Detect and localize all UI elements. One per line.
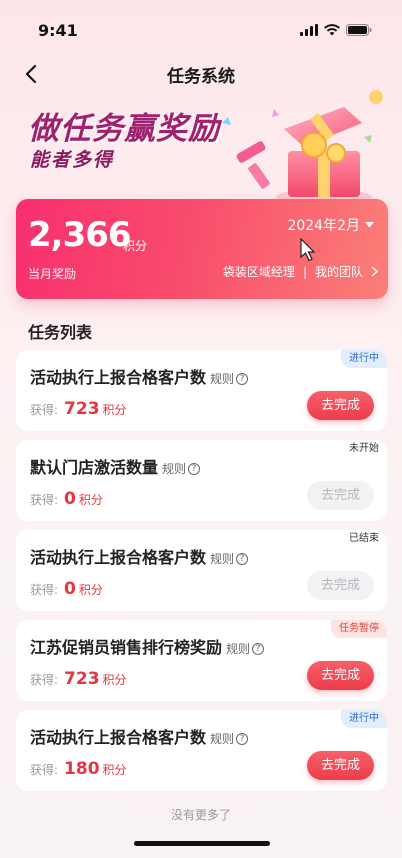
team-links: 袋装区域经理 | 我的团队: [223, 263, 378, 280]
earned-unit: 积分: [78, 583, 103, 597]
rule-link[interactable]: 规则?: [210, 730, 249, 747]
task-card: 未开始 默认门店激活数量 规则? 获得: 0 积分 去完成: [16, 440, 387, 521]
page-title: 任务系统: [167, 66, 235, 87]
rule-label: 规则: [210, 552, 235, 566]
caret-down-icon: [365, 222, 374, 228]
task-card: 进行中 活动执行上报合格客户数 规则? 获得: 180 积分 去完成: [16, 710, 387, 791]
earned-points: 获得: 0 积分: [30, 579, 103, 599]
battery-icon: [346, 24, 372, 36]
earned-value: 723: [64, 669, 100, 689]
rule-label: 规则: [210, 372, 235, 386]
home-indicator: [134, 841, 270, 846]
earned-value: 723: [64, 399, 100, 419]
task-name: 默认门店激活数量: [30, 458, 159, 477]
rule-label: 规则: [162, 462, 187, 476]
rule-link[interactable]: 规则?: [226, 640, 265, 657]
task-card: 进行中 活动执行上报合格客户数 规则? 获得: 723 积分 去完成: [16, 350, 387, 431]
reward-label: 当月奖励: [28, 267, 77, 281]
task-name: 江苏促销员销售排行榜奖励: [30, 638, 223, 657]
rule-label: 规则: [210, 732, 235, 746]
earned-points: 获得: 0 积分: [30, 489, 103, 509]
mouse-cursor-icon: [300, 238, 316, 262]
status-badge: 任务暂停: [331, 620, 387, 638]
go-complete-button[interactable]: 去完成: [307, 661, 374, 690]
question-icon: ?: [252, 642, 265, 655]
earned-label: 获得:: [30, 763, 59, 777]
rule-link[interactable]: 规则?: [210, 550, 249, 567]
status-icons: [300, 24, 372, 36]
earned-value: 0: [64, 579, 76, 599]
task-name: 活动执行上报合格客户数: [30, 728, 207, 747]
earned-label: 获得:: [30, 673, 59, 687]
divider: |: [302, 264, 307, 279]
rule-link[interactable]: 规则?: [210, 370, 249, 387]
earned-points: 获得: 723 积分: [30, 669, 127, 689]
rule-label: 规则: [226, 642, 251, 656]
go-complete-button[interactable]: 去完成: [307, 391, 374, 420]
banner-title: 做任务赢奖励: [28, 111, 220, 147]
signal-icon: [300, 24, 318, 36]
status-time: 9:41: [38, 20, 78, 40]
question-icon: ?: [236, 372, 249, 385]
status-badge: 进行中: [341, 350, 387, 368]
earned-unit: 积分: [102, 403, 127, 417]
earned-unit: 积分: [102, 763, 127, 777]
task-list-title: 任务列表: [28, 323, 93, 342]
question-icon: ?: [188, 462, 201, 475]
task-title: 活动执行上报合格客户数 规则?: [30, 544, 249, 568]
task-title: 活动执行上报合格客户数 规则?: [30, 364, 249, 388]
monthly-reward-card: 2,366 积分 当月奖励 2024年2月 袋装区域经理 | 我的团队: [16, 199, 388, 299]
earned-unit: 积分: [78, 493, 103, 507]
gift-box-illustration: [222, 90, 383, 205]
status-bar: 9:41: [0, 0, 402, 54]
go-complete-button[interactable]: 去完成: [307, 751, 374, 780]
earned-points: 获得: 180 积分: [30, 759, 127, 779]
user-role: 袋装区域经理: [222, 265, 295, 279]
task-title: 活动执行上报合格客户数 规则?: [30, 724, 249, 748]
wifi-icon: [324, 24, 340, 36]
question-icon: ?: [236, 552, 249, 565]
month-selector[interactable]: 2024年2月: [287, 215, 374, 235]
earned-label: 获得:: [30, 583, 59, 597]
status-badge: 进行中: [341, 710, 387, 728]
chevron-right-icon[interactable]: [371, 266, 378, 277]
earned-value: 180: [64, 759, 100, 779]
go-complete-button[interactable]: 去完成: [307, 571, 374, 600]
status-badge: 已结束: [349, 533, 379, 544]
status-badge: 未开始: [349, 443, 379, 454]
earned-points: 获得: 723 积分: [30, 399, 127, 419]
month-value: 2024年2月: [287, 218, 360, 234]
earned-value: 0: [64, 489, 76, 509]
question-icon: ?: [236, 732, 249, 745]
earned-label: 获得:: [30, 403, 59, 417]
banner-subtitle: 能者多得: [30, 149, 115, 171]
reward-points-value: 2,366: [28, 215, 132, 255]
task-title: 江苏促销员销售排行榜奖励 规则?: [30, 634, 265, 658]
rule-link[interactable]: 规则?: [162, 460, 201, 477]
reward-points-unit: 积分: [123, 239, 148, 253]
task-card: 任务暂停 江苏促销员销售排行榜奖励 规则? 获得: 723 积分 去完成: [16, 620, 387, 701]
nav-bar: 任务系统: [0, 56, 402, 92]
task-name: 活动执行上报合格客户数: [30, 548, 207, 567]
back-arrow-icon[interactable]: [20, 62, 44, 86]
task-title: 默认门店激活数量 规则?: [30, 454, 201, 478]
task-card: 已结束 活动执行上报合格客户数 规则? 获得: 0 积分 去完成: [16, 530, 387, 611]
task-name: 活动执行上报合格客户数: [30, 368, 207, 387]
end-of-list-text: 没有更多了: [170, 808, 231, 822]
go-complete-button[interactable]: 去完成: [307, 481, 374, 510]
earned-unit: 积分: [102, 673, 127, 687]
earned-label: 获得:: [30, 493, 59, 507]
promo-banner: 做任务赢奖励 能者多得: [0, 90, 402, 205]
my-team-link[interactable]: 我的团队: [315, 263, 363, 280]
